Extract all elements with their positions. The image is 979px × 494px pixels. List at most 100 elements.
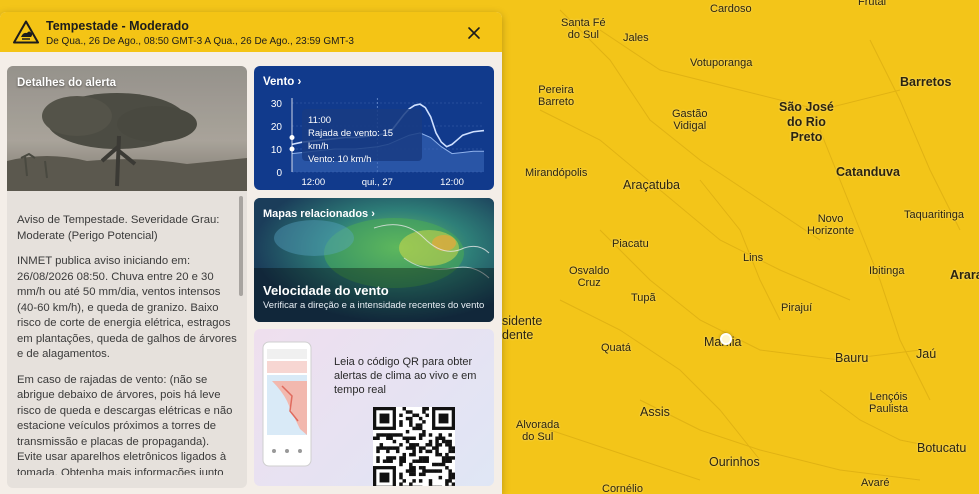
city-label: Piacatu — [612, 238, 649, 250]
qr-module — [402, 459, 406, 463]
qr-module — [418, 433, 423, 437]
tooltip-time: 11:00 — [308, 115, 332, 126]
y-tick-label: 10 — [271, 145, 283, 156]
qr-module — [412, 452, 416, 457]
qr-module — [428, 482, 433, 486]
location-pin-icon[interactable] — [720, 333, 732, 345]
qr-module — [386, 436, 390, 440]
qr-module — [386, 433, 390, 437]
qr-module — [389, 446, 393, 450]
qr-module — [438, 462, 443, 467]
related-maps-title[interactable]: Mapas relacionados › — [263, 208, 375, 220]
qr-module — [389, 433, 393, 437]
qr-module — [376, 456, 380, 460]
qr-module — [415, 459, 420, 463]
qr-module — [395, 446, 400, 450]
qr-module — [409, 472, 413, 477]
qr-module — [418, 446, 423, 450]
details-title: Detalhes do alerta — [17, 77, 117, 89]
city-label: Lençóis Paulista — [869, 391, 909, 415]
chevron-right-icon: › — [371, 208, 375, 220]
qr-module — [415, 426, 420, 431]
qr-module — [399, 462, 403, 467]
qr-module — [405, 439, 410, 444]
qr-module — [418, 466, 423, 470]
qr-instruction: Leia o código QR para obter alertas de c… — [334, 356, 477, 396]
city-label: Frutal — [858, 0, 887, 8]
city-label: Avaré — [861, 477, 890, 489]
qr-module — [422, 420, 426, 424]
qr-module — [418, 459, 423, 463]
qr-module — [409, 452, 413, 457]
qr-module — [415, 423, 420, 427]
qr-module — [409, 410, 413, 414]
qr-module — [399, 475, 403, 480]
city-label: Assis — [640, 405, 670, 419]
tooltip-wind: Vento: 10 km/h — [308, 154, 372, 165]
qr-module — [445, 482, 449, 486]
qr-module — [451, 475, 455, 480]
wind-speed-map-title: Velocidade do vento — [263, 283, 389, 298]
qr-module — [435, 452, 439, 457]
qr-module — [405, 436, 410, 440]
qr-module — [435, 439, 439, 444]
city-label: Gastão Vidigal — [672, 108, 708, 132]
qr-module — [376, 433, 380, 437]
close-icon[interactable] — [464, 23, 484, 43]
qr-module — [418, 416, 423, 421]
details-scrollbar[interactable] — [239, 196, 243, 296]
qr-module — [428, 439, 433, 444]
qr-module — [441, 439, 446, 444]
qr-module — [392, 446, 397, 450]
qr-module — [392, 433, 397, 437]
qr-module — [418, 479, 423, 483]
related-maps-card[interactable]: Mapas relacionados › Velocidade do vento… — [254, 198, 494, 322]
qr-module — [422, 469, 426, 473]
qr-module — [412, 446, 416, 450]
qr-module — [445, 443, 449, 447]
qr-code — [373, 407, 455, 486]
qr-module — [412, 426, 416, 431]
qr-module — [425, 413, 429, 418]
qr-module — [392, 439, 397, 444]
qr-module — [422, 472, 426, 477]
city-label: Pereira Barreto — [538, 84, 575, 108]
wind-card[interactable]: 30 20 10 0 12:00 qui., 27 12:00 Vento › 11:00 … — [254, 66, 494, 190]
qr-module — [435, 446, 439, 450]
city-label: sidente dente — [502, 314, 543, 342]
qr-module — [435, 469, 439, 473]
qr-module — [451, 446, 455, 450]
x-tick-label: qui., 27 — [362, 177, 393, 188]
qr-module — [422, 446, 426, 450]
qr-finder — [438, 413, 449, 424]
qr-module — [428, 443, 433, 447]
qr-module — [428, 433, 433, 437]
wind-card-title[interactable]: Vento › — [263, 76, 301, 88]
city-label: Lins — [743, 252, 764, 264]
qr-module — [412, 469, 416, 473]
qr-module — [451, 456, 455, 460]
wind-point — [289, 146, 295, 152]
qr-module — [448, 472, 452, 477]
qr-module — [422, 456, 426, 460]
city-label: Jaú — [916, 347, 937, 361]
qr-module — [405, 410, 410, 414]
alert-description[interactable]: Aviso de Tempestade. Severidade Grau: Mo… — [17, 213, 237, 475]
city-label: Taquaritinga — [904, 209, 964, 221]
qr-module — [389, 436, 393, 440]
x-tick-label: 12:00 — [440, 177, 464, 188]
qr-module — [399, 420, 403, 424]
qr-module — [412, 436, 416, 440]
qr-module — [438, 469, 443, 473]
qr-module — [428, 479, 433, 483]
qr-module — [451, 482, 455, 486]
qr-module — [382, 433, 387, 437]
qr-module — [395, 449, 400, 454]
qr-module — [448, 479, 452, 483]
qr-module — [422, 429, 426, 434]
qr-module — [438, 436, 443, 440]
qr-module — [438, 433, 443, 437]
qr-module — [386, 459, 390, 463]
qr-module — [448, 439, 452, 444]
qr-module — [445, 479, 449, 483]
